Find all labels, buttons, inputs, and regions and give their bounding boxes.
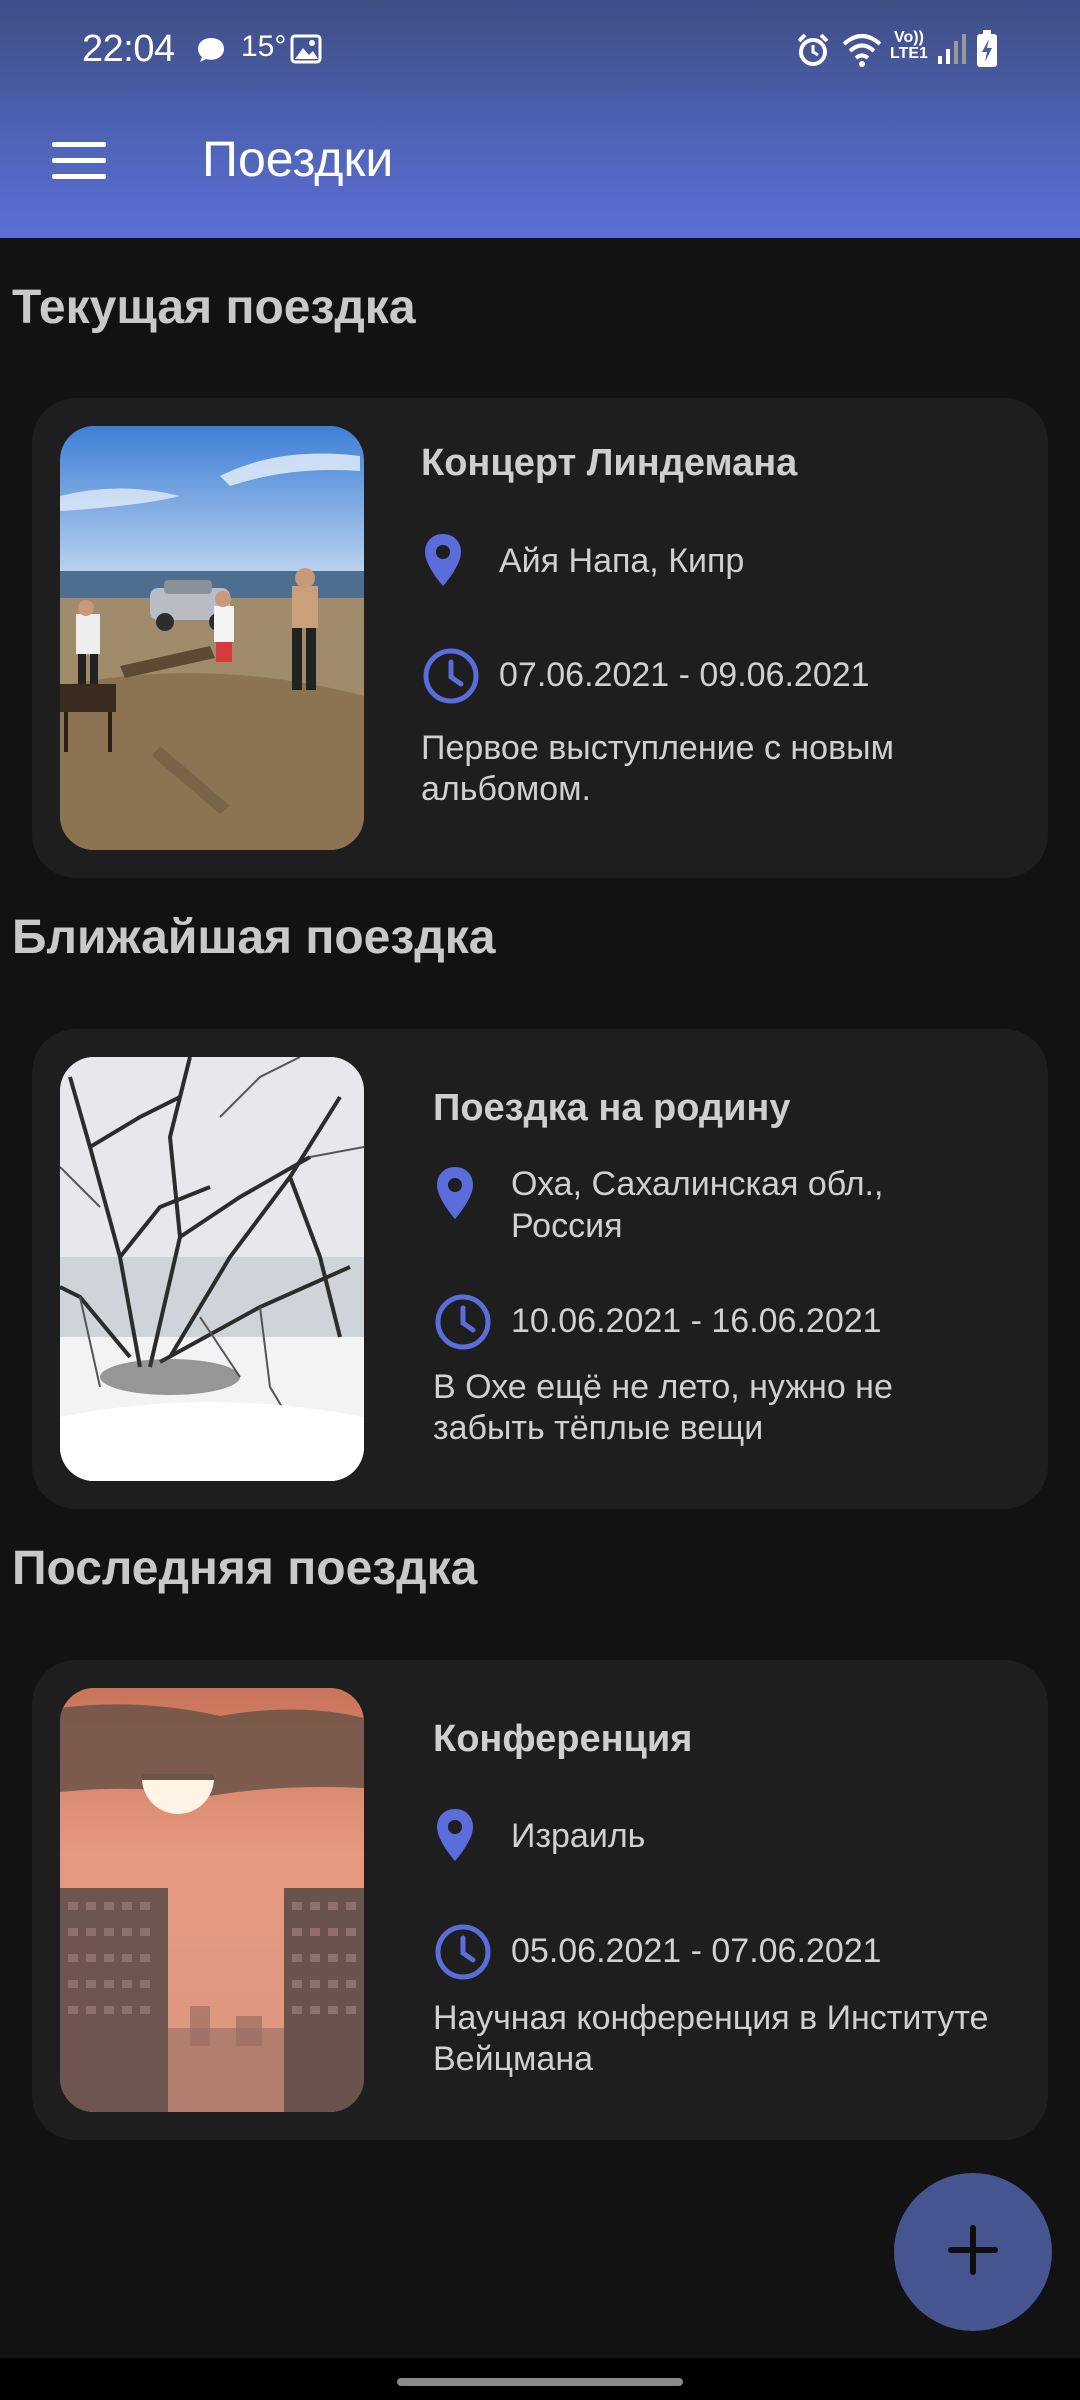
location-pin-icon <box>433 1165 489 1226</box>
trip-dates: 07.06.2021 - 09.06.2021 <box>499 656 870 694</box>
trip-photo <box>60 1688 364 2112</box>
trip-photo <box>60 1057 364 1481</box>
trip-dates-row: 05.06.2021 - 07.06.2021 <box>433 1922 882 1987</box>
app-bar: Поездки <box>0 100 1080 238</box>
trip-location: Израиль <box>511 1817 646 1855</box>
trip-card-last[interactable]: Конференция Израиль 05.06.2021 - 07.06.2… <box>32 1660 1048 2140</box>
section-heading-upcoming: Ближайшая поездка <box>12 911 496 964</box>
section-heading-last: Последняя поездка <box>12 1542 478 1595</box>
clock-icon <box>433 1292 493 1357</box>
status-bar: 22:04 15° Vo)) LTE1 <box>0 0 1080 100</box>
location-pin-icon <box>421 532 477 593</box>
trip-location-row: Айя Напа, Кипр <box>421 532 744 593</box>
signal-icon <box>936 32 966 71</box>
trip-location-row: Оха, Сахалинская обл., Россия <box>433 1165 931 1247</box>
hamburger-menu-icon[interactable] <box>52 142 106 182</box>
battery-charging-icon <box>976 30 998 73</box>
home-gesture-handle[interactable] <box>397 2378 683 2386</box>
trip-location-row: Израиль <box>433 1807 645 1868</box>
trip-title: Концерт Линдемана <box>421 442 798 484</box>
wifi-icon <box>842 32 882 73</box>
add-trip-button[interactable] <box>894 2173 1052 2331</box>
alarm-icon <box>795 32 831 73</box>
location-pin-icon <box>433 1807 489 1868</box>
volte-icon: Vo)) LTE1 <box>890 29 928 62</box>
trip-dates-row: 07.06.2021 - 09.06.2021 <box>421 646 870 711</box>
system-navigation-bar <box>0 2358 1080 2400</box>
message-icon <box>196 36 226 69</box>
page-title: Поездки <box>202 131 394 187</box>
trip-location: Айя Напа, Кипр <box>499 542 745 580</box>
status-temperature: 15° <box>241 30 287 63</box>
trip-dates: 10.06.2021 - 16.06.2021 <box>511 1302 882 1340</box>
section-heading-current: Текущая поездка <box>12 281 416 334</box>
clock-icon <box>433 1922 493 1987</box>
status-time: 22:04 <box>82 28 175 70</box>
image-icon <box>290 34 322 69</box>
trip-photo <box>60 426 364 850</box>
plus-icon <box>943 2220 1003 2285</box>
trip-title: Поездка на родину <box>433 1087 791 1129</box>
trip-description: Научная конференция в Институте Вейцмана <box>433 1999 989 2078</box>
trip-title: Конференция <box>433 1718 693 1760</box>
trip-location: Оха, Сахалинская обл., Россия <box>511 1165 884 1245</box>
trip-dates-row: 10.06.2021 - 16.06.2021 <box>433 1292 882 1357</box>
trip-dates: 05.06.2021 - 07.06.2021 <box>511 1932 882 1970</box>
trip-description: В Охе ещё не лето, нужно не забыть тёплы… <box>433 1368 893 1447</box>
trip-card-upcoming[interactable]: Поездка на родину Оха, Сахалинская обл.,… <box>32 1029 1048 1509</box>
clock-icon <box>421 646 481 711</box>
trip-description: Первое выступление с новым альбомом. <box>421 729 894 808</box>
trip-card-current[interactable]: Концерт Линдемана Айя Напа, Кипр 07.06.2… <box>32 398 1048 878</box>
